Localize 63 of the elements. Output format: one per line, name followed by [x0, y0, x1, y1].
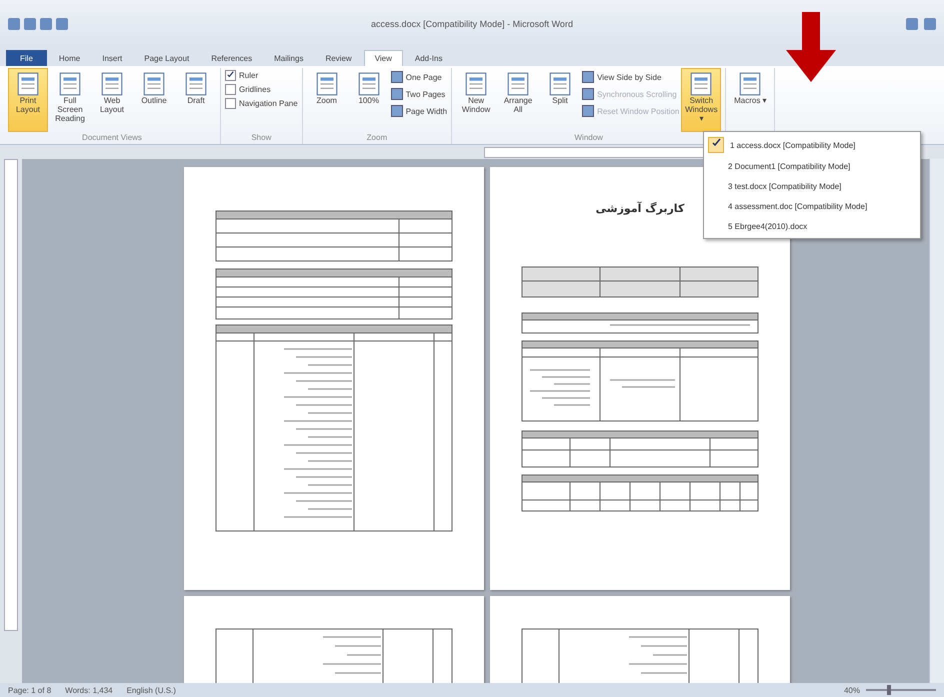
document-view-icon: [688, 71, 714, 97]
ribbon-small-button[interactable]: View Side by Side: [582, 70, 680, 84]
document-view-icon: [314, 71, 340, 97]
ribbon-button[interactable]: Print Layout: [8, 68, 48, 132]
ribbon-button[interactable]: New Window: [456, 68, 496, 132]
zoom-slider-thumb[interactable]: [887, 685, 891, 695]
window-icon: [390, 105, 403, 117]
status-item: English (U.S.): [126, 686, 176, 694]
arrow-down-icon: [786, 12, 836, 82]
ribbon-small-button[interactable]: Two Pages: [390, 87, 448, 101]
ribbon-button[interactable]: Web Layout: [92, 68, 132, 132]
menu-item[interactable]: 5 Ebrgee4(2010).docx: [706, 216, 918, 236]
check-mark-icon: [708, 137, 724, 153]
ribbon-tab[interactable]: Mailings: [264, 50, 314, 66]
group-label: Show: [250, 132, 272, 144]
ribbon-tab[interactable]: References: [201, 50, 262, 66]
scrollbar[interactable]: [929, 159, 944, 683]
checkbox[interactable]: Ruler: [225, 70, 298, 81]
ribbon-button[interactable]: Outline: [134, 68, 174, 132]
document-view-icon: [183, 71, 209, 97]
checkbox[interactable]: Gridlines: [225, 84, 298, 95]
document-view-icon: [737, 71, 764, 97]
ribbon-tab[interactable]: Add-Ins: [404, 50, 452, 66]
ribbon-tab[interactable]: Page Layout: [134, 50, 200, 66]
ribbon-tab[interactable]: View: [364, 50, 403, 66]
document-view-icon: [356, 71, 382, 97]
document-view-icon: [15, 71, 41, 97]
document-view-icon: [463, 71, 490, 97]
ribbon-button[interactable]: Draft: [176, 68, 216, 132]
group-label: Zoom: [366, 132, 388, 144]
ribbon-button[interactable]: Full Screen Reading: [50, 68, 90, 132]
ribbon-small-button[interactable]: One Page: [390, 70, 448, 84]
menu-item[interactable]: 2 Document1 [Compatibility Mode]: [706, 156, 918, 176]
checkbox[interactable]: Navigation Pane: [225, 98, 298, 109]
ribbon-button[interactable]: Switch Windows ▾: [681, 68, 722, 132]
document-view-icon: [141, 71, 167, 97]
status-item: Words: 1,434: [65, 686, 113, 694]
document-view-icon: [547, 71, 574, 97]
window-icon: [582, 88, 594, 100]
menu-item[interactable]: 3 test.docx [Compatibility Mode]: [706, 176, 918, 196]
page-heading: کاربرگ آموزشی: [596, 202, 684, 215]
zoom-level[interactable]: 40%: [844, 686, 860, 694]
document-view-icon: [505, 71, 532, 97]
group-label: Document Views: [81, 132, 143, 144]
document-view-icon: [57, 71, 83, 97]
document-view-icon: [99, 71, 125, 97]
window-title: access.docx [Compatibility Mode] - Microsoft Word: [371, 19, 573, 29]
window-icon: [390, 71, 403, 83]
menu-item[interactable]: 4 assessment.doc [Compatibility Mode]: [706, 196, 918, 216]
ribbon-tab[interactable]: Review: [315, 50, 362, 66]
ribbon-small-button[interactable]: Page Width: [390, 104, 448, 118]
window-icon: [390, 88, 403, 100]
ribbon-button[interactable]: Split: [540, 68, 580, 132]
group-label: Window: [573, 132, 604, 144]
ribbon-button[interactable]: 100%: [348, 68, 389, 132]
window-icon: [582, 71, 594, 83]
ribbon-button[interactable]: Arrange All: [498, 68, 538, 132]
window-icon: [582, 105, 594, 117]
ribbon-tab[interactable]: File: [6, 50, 47, 66]
status-item: Page: 1 of 8: [8, 686, 52, 694]
ribbon-tab[interactable]: Home: [48, 50, 90, 66]
ribbon-button[interactable]: Zoom: [306, 68, 347, 132]
ribbon-tab[interactable]: Insert: [92, 50, 132, 66]
